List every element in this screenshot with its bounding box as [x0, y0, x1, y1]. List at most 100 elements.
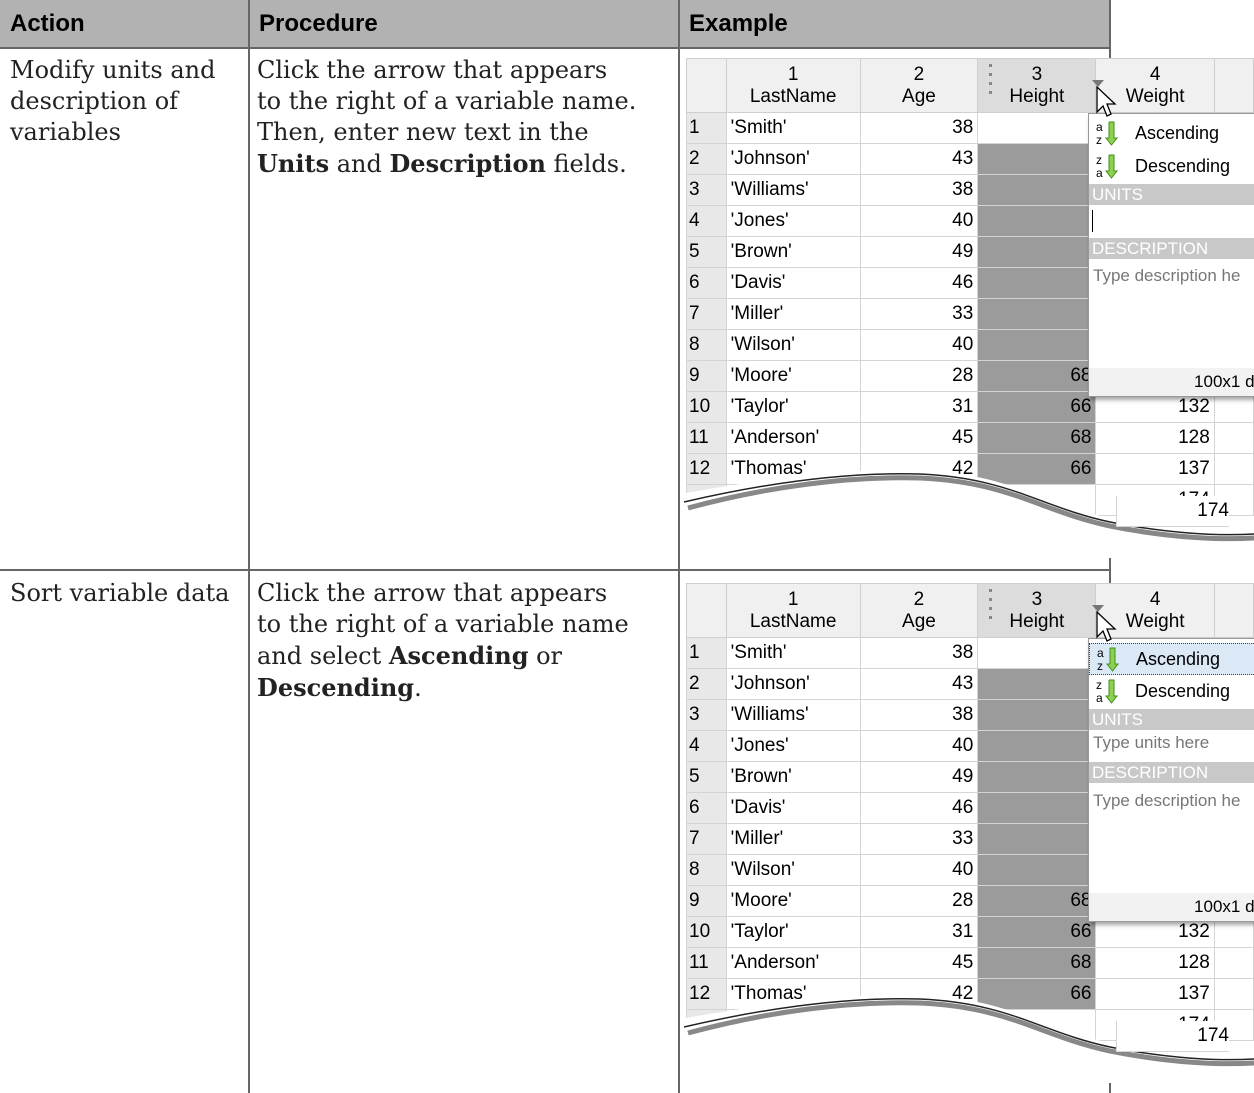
cell-age[interactable]: 40 — [859, 854, 979, 886]
cell-lastname[interactable]: 'Jones' — [725, 730, 861, 762]
row-number[interactable]: 2 — [686, 143, 727, 175]
cell-lastname[interactable]: 'Brown' — [725, 236, 861, 268]
cell-age[interactable]: 49 — [859, 761, 979, 793]
cell-next[interactable] — [1213, 947, 1254, 979]
row-number[interactable]: 7 — [686, 298, 727, 330]
row-number[interactable]: 8 — [686, 329, 727, 361]
cell-age[interactable]: 45 — [859, 947, 979, 979]
cell-age[interactable]: 33 — [859, 298, 979, 330]
cell-age[interactable]: 28 — [859, 885, 979, 917]
row-number[interactable]: 5 — [686, 236, 727, 268]
column-header-age[interactable]: 2 Age — [859, 583, 979, 638]
row-number[interactable]: 9 — [686, 885, 727, 917]
cell-lastname[interactable]: 'Moore' — [725, 360, 861, 392]
sort-ascending-menu-item[interactable]: a z Ascending — [1089, 643, 1254, 675]
cell-age[interactable]: 38 — [859, 174, 979, 206]
cell-height[interactable] — [977, 637, 1097, 669]
cell-lastname[interactable]: 'Johnson' — [725, 143, 861, 175]
cell-height[interactable]: 68 — [977, 422, 1097, 454]
cell-height[interactable] — [977, 267, 1097, 299]
cell-age[interactable]: 28 — [859, 360, 979, 392]
cell-age[interactable]: 38 — [859, 699, 979, 731]
cell-height[interactable]: 66 — [977, 916, 1097, 948]
column-header-lastname[interactable]: 1 LastName — [725, 583, 861, 638]
cell-height[interactable] — [977, 298, 1097, 330]
row-number[interactable]: 7 — [686, 823, 727, 855]
cell-weight[interactable]: 128 — [1095, 422, 1215, 454]
cell-next[interactable] — [1213, 422, 1254, 454]
cell-age[interactable]: 40 — [859, 730, 979, 762]
cell-lastname[interactable]: 'Taylor' — [725, 391, 861, 423]
cell-age[interactable]: 31 — [859, 916, 979, 948]
cell-age[interactable]: 31 — [859, 391, 979, 423]
cell-lastname[interactable]: 'Brown' — [725, 761, 861, 793]
cell-weight[interactable]: 128 — [1095, 947, 1215, 979]
row-number[interactable]: 11 — [686, 422, 727, 454]
cell-height[interactable]: 68 — [977, 947, 1097, 979]
cell-height[interactable] — [977, 730, 1097, 762]
row-number[interactable]: 6 — [686, 792, 727, 824]
cell-lastname[interactable]: 'Johnson' — [725, 668, 861, 700]
cell-lastname[interactable]: 'Taylor' — [725, 916, 861, 948]
row-number[interactable]: 4 — [686, 205, 727, 237]
cell-age[interactable]: 38 — [859, 112, 979, 144]
cell-height[interactable] — [977, 174, 1097, 206]
column-header-height[interactable]: 3 Height — [977, 58, 1097, 113]
cell-lastname[interactable]: 'Wilson' — [725, 329, 861, 361]
row-number[interactable]: 4 — [686, 730, 727, 762]
cell-height[interactable] — [977, 112, 1097, 144]
description-input[interactable]: Type description he — [1093, 791, 1240, 811]
cell-age[interactable]: 43 — [859, 143, 979, 175]
cell-lastname[interactable]: 'Anderson' — [725, 422, 861, 454]
description-input[interactable]: Type description he — [1093, 266, 1240, 286]
cell-lastname[interactable]: 'Anderson' — [725, 947, 861, 979]
sort-ascending-menu-item[interactable]: a z Ascending — [1089, 118, 1254, 148]
units-input[interactable]: Type units here — [1093, 733, 1209, 753]
cell-weight[interactable]: 174 — [1116, 496, 1229, 527]
row-number[interactable]: 11 — [686, 947, 727, 979]
row-number[interactable]: 1 — [686, 112, 727, 144]
row-number[interactable]: 3 — [686, 174, 727, 206]
row-number[interactable]: 10 — [686, 916, 727, 948]
sort-descending-menu-item[interactable]: z a Descending — [1089, 151, 1254, 181]
cell-age[interactable]: 38 — [859, 637, 979, 669]
cell-height[interactable] — [977, 329, 1097, 361]
column-header-age[interactable]: 2 Age — [859, 58, 979, 113]
cell-height[interactable]: 68 — [977, 885, 1097, 917]
cell-lastname[interactable]: 'Smith' — [725, 112, 861, 144]
row-number[interactable]: 2 — [686, 668, 727, 700]
cell-height[interactable] — [977, 236, 1097, 268]
row-number[interactable]: 3 — [686, 699, 727, 731]
cell-lastname[interactable]: 'Williams' — [725, 174, 861, 206]
cell-height[interactable] — [977, 205, 1097, 237]
cell-age[interactable]: 40 — [859, 205, 979, 237]
cell-lastname[interactable]: 'Davis' — [725, 267, 861, 299]
cell-lastname[interactable]: 'Miller' — [725, 298, 861, 330]
cell-age[interactable]: 43 — [859, 668, 979, 700]
cell-height[interactable] — [977, 668, 1097, 700]
row-number[interactable]: 9 — [686, 360, 727, 392]
cell-age[interactable]: 45 — [859, 422, 979, 454]
sort-descending-menu-item[interactable]: z a Descending — [1089, 676, 1254, 706]
column-header-height[interactable]: 3 Height — [977, 583, 1097, 638]
row-number[interactable]: 10 — [686, 391, 727, 423]
cell-height[interactable] — [977, 699, 1097, 731]
cell-age[interactable]: 46 — [859, 267, 979, 299]
cell-lastname[interactable]: 'Miller' — [725, 823, 861, 855]
cell-lastname[interactable]: 'Jones' — [725, 205, 861, 237]
cell-height[interactable] — [977, 854, 1097, 886]
cell-age[interactable]: 46 — [859, 792, 979, 824]
cell-weight[interactable]: 174 — [1116, 1021, 1229, 1052]
cell-height[interactable]: 68 — [977, 360, 1097, 392]
row-number[interactable]: 5 — [686, 761, 727, 793]
row-number[interactable]: 1 — [686, 637, 727, 669]
column-header-lastname[interactable]: 1 LastName — [725, 58, 861, 113]
column-resize-handle[interactable] — [989, 64, 992, 100]
cell-height[interactable] — [977, 761, 1097, 793]
cell-lastname[interactable]: 'Wilson' — [725, 854, 861, 886]
cell-lastname[interactable]: 'Williams' — [725, 699, 861, 731]
cell-height[interactable] — [977, 143, 1097, 175]
cell-height[interactable] — [977, 792, 1097, 824]
units-input-caret[interactable] — [1092, 210, 1093, 232]
cell-age[interactable]: 33 — [859, 823, 979, 855]
